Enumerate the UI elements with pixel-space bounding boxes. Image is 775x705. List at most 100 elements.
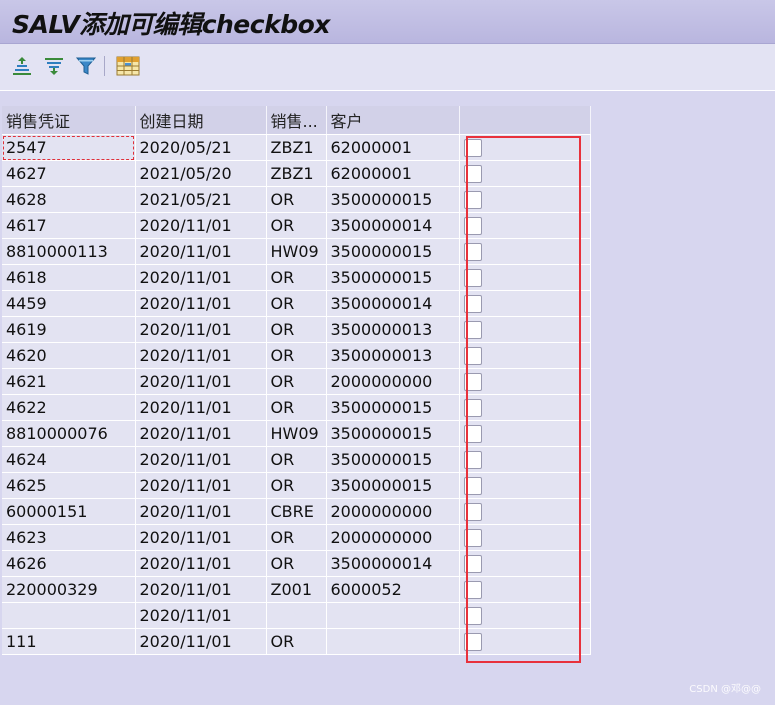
row-checkbox[interactable] bbox=[463, 451, 482, 470]
row-checkbox[interactable] bbox=[463, 399, 482, 418]
row-checkbox[interactable] bbox=[463, 217, 482, 236]
cell-created-date[interactable]: 2020/11/01 bbox=[135, 342, 267, 369]
cell-created-date[interactable]: 2020/11/01 bbox=[135, 472, 267, 499]
cell-created-date[interactable]: 2020/11/01 bbox=[135, 264, 267, 291]
cell-customer[interactable]: 2000000000 bbox=[326, 368, 460, 395]
cell-customer[interactable]: 3500000013 bbox=[326, 316, 460, 343]
cell-sales[interactable]: OR bbox=[266, 628, 327, 655]
cell-created-date[interactable]: 2020/11/01 bbox=[135, 212, 267, 239]
cell-customer[interactable]: 62000001 bbox=[326, 134, 460, 161]
cell-sales[interactable]: OR bbox=[266, 290, 327, 317]
cell-created-date[interactable]: 2020/11/01 bbox=[135, 602, 267, 629]
cell-sales[interactable]: Z001 bbox=[266, 576, 327, 603]
row-checkbox[interactable] bbox=[463, 373, 482, 392]
cell-customer[interactable]: 2000000000 bbox=[326, 524, 460, 551]
cell-created-date[interactable]: 2020/11/01 bbox=[135, 290, 267, 317]
cell-customer[interactable]: 3500000015 bbox=[326, 446, 460, 473]
cell-created-date[interactable]: 2020/11/01 bbox=[135, 394, 267, 421]
cell-sales[interactable]: OR bbox=[266, 368, 327, 395]
cell-sales[interactable]: HW09 bbox=[266, 420, 327, 447]
row-checkbox[interactable] bbox=[463, 295, 482, 314]
cell-sales[interactable]: OR bbox=[266, 212, 327, 239]
cell-sales-document[interactable]: 60000151 bbox=[2, 498, 136, 525]
row-checkbox[interactable] bbox=[463, 139, 482, 158]
cell-sales-document[interactable]: 4624 bbox=[2, 446, 136, 473]
layout-grid-icon[interactable] bbox=[116, 54, 140, 78]
cell-created-date[interactable]: 2020/05/21 bbox=[135, 134, 267, 161]
cell-created-date[interactable]: 2020/11/01 bbox=[135, 628, 267, 655]
cell-customer[interactable]: 3500000014 bbox=[326, 290, 460, 317]
cell-sales-document[interactable]: 4619 bbox=[2, 316, 136, 343]
sort-ascending-icon[interactable] bbox=[10, 54, 34, 78]
row-checkbox[interactable] bbox=[463, 165, 482, 184]
column-header-sales[interactable]: 销售... bbox=[266, 106, 327, 135]
cell-customer[interactable]: 3500000015 bbox=[326, 420, 460, 447]
row-checkbox[interactable] bbox=[463, 425, 482, 444]
cell-sales-document[interactable]: 4618 bbox=[2, 264, 136, 291]
column-header-checkbox[interactable] bbox=[459, 106, 591, 135]
filter-icon[interactable] bbox=[74, 54, 98, 78]
cell-created-date[interactable]: 2020/11/01 bbox=[135, 550, 267, 577]
cell-sales-document[interactable]: 4622 bbox=[2, 394, 136, 421]
cell-customer[interactable]: 3500000014 bbox=[326, 550, 460, 577]
cell-customer[interactable] bbox=[326, 628, 460, 655]
cell-created-date[interactable]: 2020/11/01 bbox=[135, 316, 267, 343]
cell-sales[interactable]: OR bbox=[266, 394, 327, 421]
cell-created-date[interactable]: 2020/11/01 bbox=[135, 238, 267, 265]
row-checkbox[interactable] bbox=[463, 633, 482, 652]
cell-customer[interactable]: 3500000014 bbox=[326, 212, 460, 239]
row-checkbox[interactable] bbox=[463, 607, 482, 626]
cell-customer[interactable]: 6000052 bbox=[326, 576, 460, 603]
column-header-created-date[interactable]: 创建日期 bbox=[135, 106, 267, 135]
row-checkbox[interactable] bbox=[463, 477, 482, 496]
row-checkbox[interactable] bbox=[463, 529, 482, 548]
row-checkbox[interactable] bbox=[463, 581, 482, 600]
cell-created-date[interactable]: 2021/05/20 bbox=[135, 160, 267, 187]
row-checkbox[interactable] bbox=[463, 321, 482, 340]
cell-sales[interactable]: OR bbox=[266, 472, 327, 499]
cell-customer[interactable] bbox=[326, 602, 460, 629]
cell-customer[interactable]: 3500000015 bbox=[326, 238, 460, 265]
cell-sales-document[interactable]: 4628 bbox=[2, 186, 136, 213]
cell-sales-document[interactable]: 8810000076 bbox=[2, 420, 136, 447]
cell-sales[interactable]: OR bbox=[266, 342, 327, 369]
cell-created-date[interactable]: 2020/11/01 bbox=[135, 524, 267, 551]
cell-sales-document[interactable]: 4627 bbox=[2, 160, 136, 187]
row-checkbox[interactable] bbox=[463, 191, 482, 210]
cell-sales[interactable]: ZBZ1 bbox=[266, 134, 327, 161]
cell-sales[interactable]: HW09 bbox=[266, 238, 327, 265]
cell-sales-document[interactable]: 4626 bbox=[2, 550, 136, 577]
row-checkbox[interactable] bbox=[463, 555, 482, 574]
cell-customer[interactable]: 2000000000 bbox=[326, 498, 460, 525]
row-checkbox[interactable] bbox=[463, 269, 482, 288]
cell-sales-document[interactable]: 2547 bbox=[2, 134, 136, 161]
cell-sales[interactable]: OR bbox=[266, 264, 327, 291]
cell-sales-document[interactable] bbox=[2, 602, 136, 629]
sort-descending-icon[interactable] bbox=[42, 54, 66, 78]
cell-customer[interactable]: 62000001 bbox=[326, 160, 460, 187]
cell-sales[interactable]: OR bbox=[266, 524, 327, 551]
column-header-customer[interactable]: 客户 bbox=[326, 106, 460, 135]
cell-sales[interactable]: OR bbox=[266, 446, 327, 473]
cell-sales[interactable]: OR bbox=[266, 186, 327, 213]
cell-customer[interactable]: 3500000015 bbox=[326, 472, 460, 499]
cell-sales-document[interactable]: 4623 bbox=[2, 524, 136, 551]
cell-created-date[interactable]: 2020/11/01 bbox=[135, 498, 267, 525]
cell-sales[interactable]: CBRE bbox=[266, 498, 327, 525]
row-checkbox[interactable] bbox=[463, 503, 482, 522]
cell-sales[interactable] bbox=[266, 602, 327, 629]
cell-sales-document[interactable]: 4459 bbox=[2, 290, 136, 317]
cell-created-date[interactable]: 2021/05/21 bbox=[135, 186, 267, 213]
column-header-sales-document[interactable]: 销售凭证 bbox=[2, 106, 136, 135]
cell-created-date[interactable]: 2020/11/01 bbox=[135, 368, 267, 395]
cell-customer[interactable]: 3500000013 bbox=[326, 342, 460, 369]
cell-sales-document[interactable]: 4620 bbox=[2, 342, 136, 369]
row-checkbox[interactable] bbox=[463, 347, 482, 366]
cell-created-date[interactable]: 2020/11/01 bbox=[135, 576, 267, 603]
cell-created-date[interactable]: 2020/11/01 bbox=[135, 446, 267, 473]
cell-customer[interactable]: 3500000015 bbox=[326, 186, 460, 213]
row-checkbox[interactable] bbox=[463, 243, 482, 262]
cell-sales-document[interactable]: 111 bbox=[2, 628, 136, 655]
cell-sales[interactable]: OR bbox=[266, 316, 327, 343]
cell-sales-document[interactable]: 4617 bbox=[2, 212, 136, 239]
